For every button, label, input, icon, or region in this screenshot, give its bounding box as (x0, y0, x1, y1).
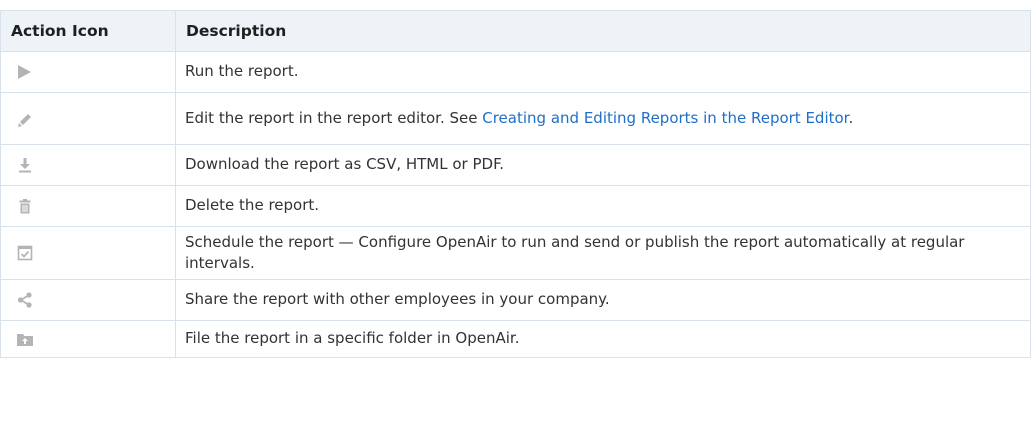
icon-cell (0, 279, 176, 321)
folder-icon (16, 330, 34, 348)
header-action-icon: Action Icon (0, 10, 176, 52)
table-row: Download the report as CSV, HTML or PDF. (0, 144, 1031, 186)
table-row: Delete the report. (0, 185, 1031, 227)
description-cell: Download the report as CSV, HTML or PDF. (175, 144, 1031, 186)
icon-cell (0, 226, 176, 280)
action-icons-table: Action Icon Description Run the report. (0, 10, 1031, 358)
description-text-end: . (848, 108, 854, 127)
header-row: Action Icon Description (0, 10, 1031, 52)
icon-cell (0, 320, 176, 358)
description-cell: Run the report. (175, 51, 1031, 93)
table-row: Schedule the report — Configure OpenAir … (0, 226, 1031, 280)
description-text: Edit the report in the report editor. Se… (185, 108, 483, 127)
calendar-check-icon (16, 244, 34, 262)
icon-cell (0, 144, 176, 186)
report-editor-link[interactable]: Creating and Editing Reports in the Repo… (482, 109, 848, 127)
description-cell: Share the report with other employees in… (175, 279, 1031, 321)
table-row: Edit the report in the report editor. Se… (0, 92, 1031, 145)
table-row: File the report in a specific folder in … (0, 320, 1031, 358)
description-cell: Edit the report in the report editor. Se… (175, 92, 1031, 145)
icon-cell (0, 51, 176, 93)
description-cell: Delete the report. (175, 185, 1031, 227)
icon-cell (0, 92, 176, 145)
icon-cell (0, 185, 176, 227)
table-row: Share the report with other employees in… (0, 279, 1031, 321)
play-icon (16, 63, 34, 81)
table-row: Run the report. (0, 51, 1031, 93)
download-icon (16, 156, 34, 174)
share-icon (16, 291, 34, 309)
description-cell: Schedule the report — Configure OpenAir … (175, 226, 1031, 280)
description-cell: File the report in a specific folder in … (175, 320, 1031, 358)
trash-icon (16, 197, 34, 215)
header-description: Description (175, 10, 1031, 52)
pencil-icon (16, 110, 34, 128)
